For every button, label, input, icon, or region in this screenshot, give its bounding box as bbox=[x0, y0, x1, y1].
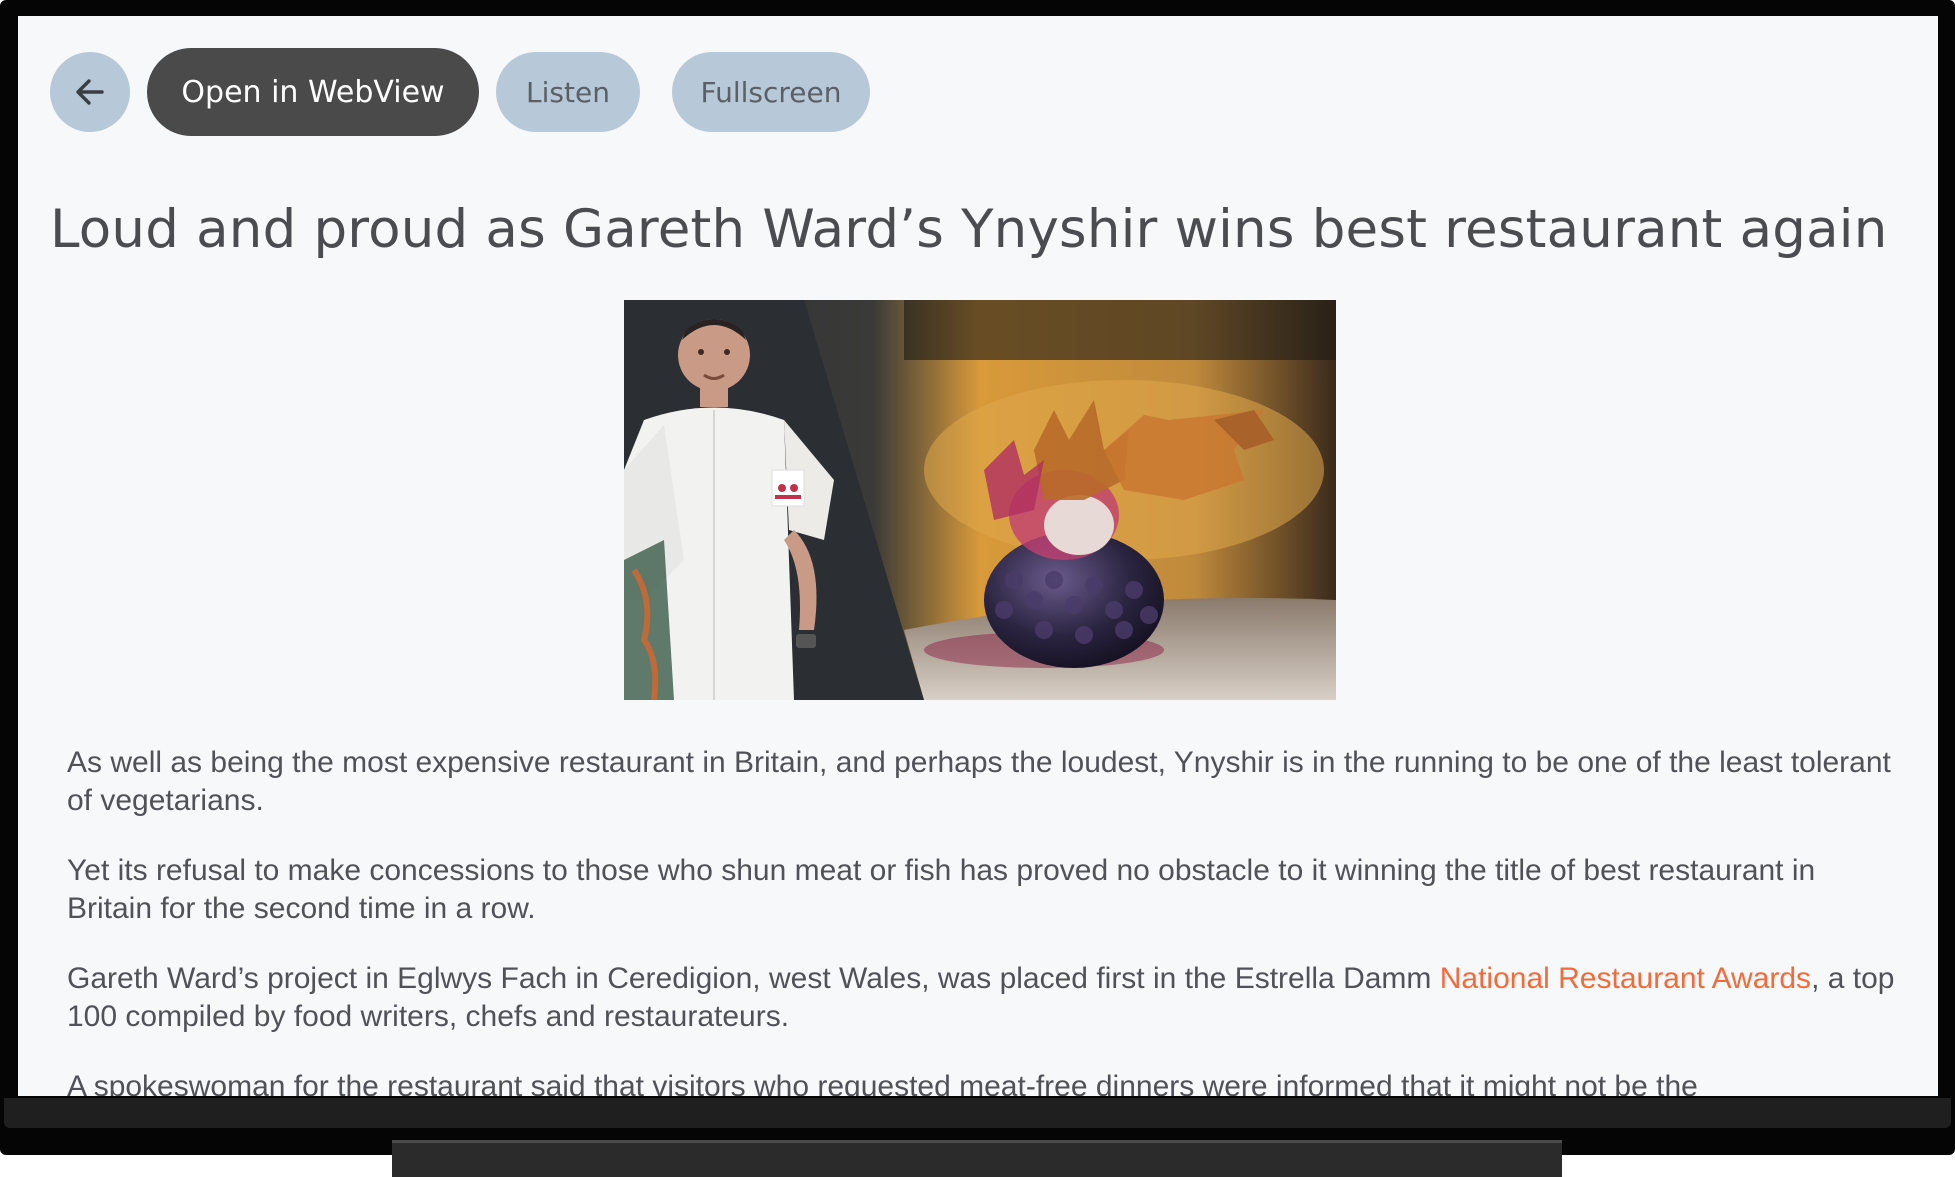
article-title: Loud and proud as Gareth Ward’s Ynyshir … bbox=[50, 199, 1888, 260]
tv-bezel-bottom bbox=[4, 1098, 1951, 1128]
paragraph-text: Gareth Ward’s project in Eglwys Fach in … bbox=[67, 962, 1440, 995]
arrow-left-icon bbox=[76, 79, 104, 105]
fullscreen-button[interactable]: Fullscreen bbox=[672, 52, 870, 132]
article-paragraph: A spokeswoman for the restaurant said th… bbox=[67, 1070, 1698, 1096]
listen-button[interactable]: Listen bbox=[496, 52, 640, 132]
open-in-webview-label: Open in WebView bbox=[181, 74, 445, 110]
fullscreen-label: Fullscreen bbox=[700, 75, 842, 109]
listen-label: Listen bbox=[526, 75, 610, 109]
back-button[interactable] bbox=[50, 52, 130, 132]
article-paragraph: As well as being the most expensive rest… bbox=[67, 746, 1891, 817]
article-body: As well as being the most expensive rest… bbox=[67, 744, 1897, 1096]
article-paragraph: Gareth Ward’s project in Eglwys Fach in … bbox=[67, 960, 1897, 1036]
screen: Open in WebView Listen Fullscreen Loud a… bbox=[18, 16, 1938, 1096]
hero-image bbox=[624, 300, 1336, 700]
national-restaurant-awards-link[interactable]: National Restaurant Awards bbox=[1440, 962, 1811, 995]
article-paragraph: Yet its refusal to make concessions to t… bbox=[67, 854, 1816, 925]
open-in-webview-button[interactable]: Open in WebView bbox=[147, 48, 479, 136]
tv-stand bbox=[392, 1140, 1562, 1177]
toolbar: Open in WebView Listen Fullscreen bbox=[50, 48, 870, 136]
